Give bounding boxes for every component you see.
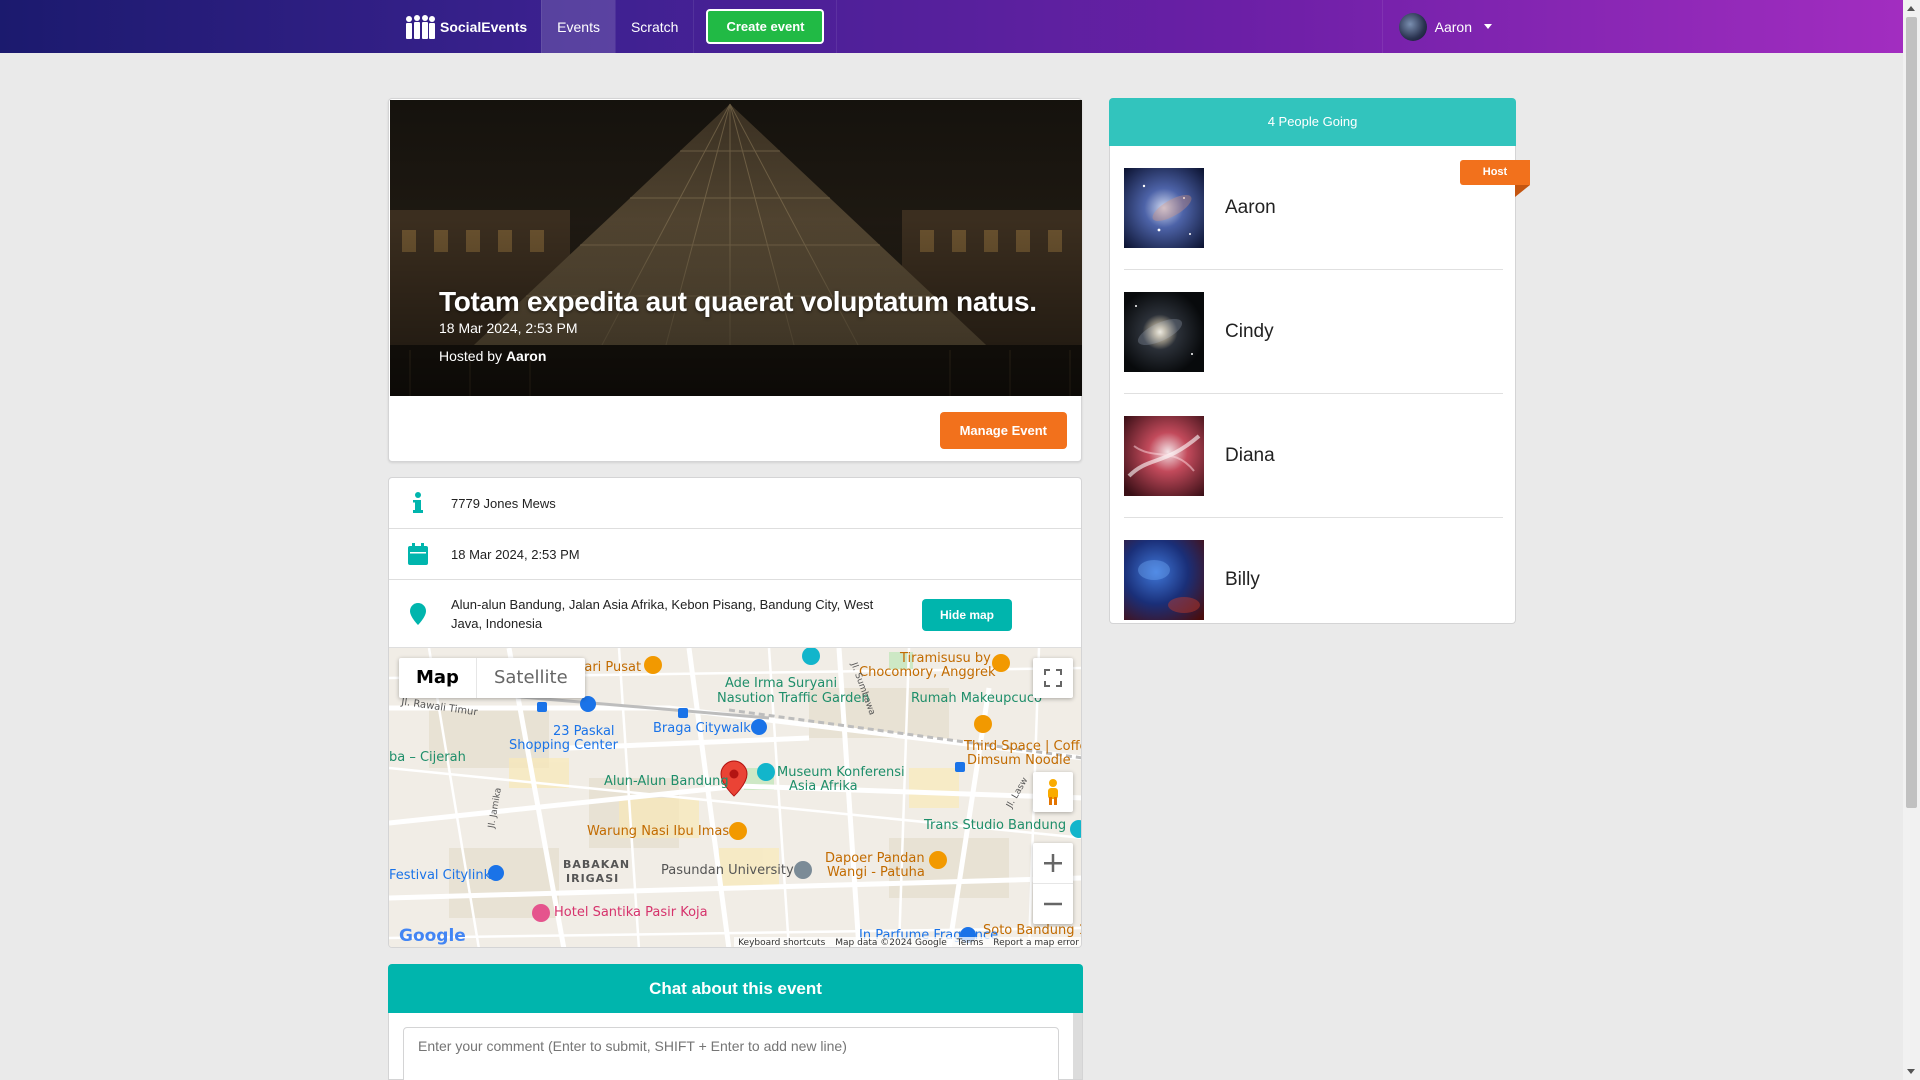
event-hero-image: Totam expedita aut quaerat voluptatum na… (390, 100, 1082, 396)
calendar-icon (405, 543, 431, 565)
fullscreen-icon[interactable] (1033, 658, 1073, 698)
map-label: Wangi - Patuha (827, 865, 925, 880)
map-label: Nasution Traffic Garden (717, 691, 870, 706)
google-map[interactable]: a Sari Pusat Ade Irma Suryani Nasution T… (389, 648, 1082, 948)
event-header-card: Totam expedita aut quaerat voluptatum na… (388, 98, 1082, 462)
attendee-avatar (1124, 540, 1204, 620)
keyboard-shortcuts-link[interactable]: Keyboard shortcuts (738, 938, 825, 947)
map-label: ba – Cijerah (389, 750, 466, 765)
attendees-header: 4 People Going (1109, 98, 1516, 146)
map-label: Hotel Santika Pasir Koja (554, 905, 708, 920)
terms-link[interactable]: Terms (957, 938, 984, 947)
map-label: IRIGASI (566, 872, 620, 885)
map-label: Rumah Makeupcuco (911, 691, 1042, 706)
attendee-avatar (1124, 167, 1204, 248)
attendees-list: Aaron Cindy Diana Billy (1109, 146, 1516, 624)
zoom-in-icon[interactable] (1033, 844, 1073, 884)
hosted-by: Hosted by Aaron (439, 348, 1037, 364)
event-hero-text: Totam expedita aut quaerat voluptatum na… (439, 286, 1037, 364)
create-event-wrapper: Create event (693, 0, 838, 53)
info-row-date: 18 Mar 2024, 2:53 PM (389, 529, 1081, 580)
google-logo: Google (399, 926, 466, 946)
info-icon (405, 492, 431, 514)
user-menu[interactable]: Aaron (1381, 0, 1512, 53)
page-scrollbar[interactable] (1903, 0, 1920, 1080)
host-name[interactable]: Aaron (506, 348, 546, 364)
host-badge: Host (1460, 160, 1530, 185)
brand-name: SocialEvents (440, 18, 528, 35)
hosted-prefix: Hosted by (439, 348, 503, 364)
zoom-control (1033, 843, 1073, 924)
event-title: Totam expedita aut quaerat voluptatum na… (439, 286, 1037, 317)
map-label: Third Space | Coffe (964, 739, 1082, 754)
map-label: 23 Paskal (553, 724, 615, 739)
event-date-detail: 18 Mar 2024, 2:53 PM (451, 546, 580, 562)
host-badge-fold (1515, 185, 1530, 197)
chat-comment-input[interactable] (403, 1027, 1059, 1080)
attendee-item[interactable]: Billy (1124, 518, 1503, 642)
top-navbar: SocialEvents Events Scratch Create event… (0, 0, 1903, 53)
attendee-item[interactable]: Diana (1124, 394, 1503, 518)
hide-map-button[interactable]: Hide map (922, 599, 1013, 631)
event-date: 18 Mar 2024, 2:53 PM (439, 320, 578, 336)
map-label: Alun-Alun Bandung (604, 774, 729, 789)
map-label: Shopping Center (509, 738, 618, 753)
map-marker-icon (405, 602, 431, 625)
map-label: Asia Afrika (789, 779, 858, 794)
map-label: Ade Irma Suryani (725, 676, 838, 691)
google-logo-text: Google (399, 926, 466, 946)
attendee-avatar (1124, 291, 1204, 372)
map-label: Trans Studio Bandung (924, 818, 1067, 833)
event-info-card: 7779 Jones Mews 18 Mar 2024, 2:53 PM Alu… (388, 477, 1082, 948)
attendee-item[interactable]: Aaron (1124, 146, 1503, 270)
chat-scrollbar[interactable] (1073, 1013, 1082, 1079)
map-type-map-button[interactable]: Map (399, 658, 476, 698)
zoom-out-icon[interactable] (1033, 884, 1073, 924)
event-venue: Alun-alun Bandung, Jalan Asia Afrika, Ke… (451, 596, 874, 631)
attendee-item[interactable]: Cindy (1124, 270, 1503, 394)
scroll-up-arrow-icon[interactable] (1907, 6, 1915, 11)
map-label: Chocomory, Anggrek (859, 665, 996, 680)
attendee-name: Diana (1225, 444, 1275, 466)
map-label: Dapoer Pandan (825, 851, 925, 866)
map-label: Dimsum Noodle (967, 753, 1071, 768)
map-footer: Keyboard shortcuts Map data ©2024 Google… (734, 937, 1081, 948)
info-row-description: 7779 Jones Mews (389, 478, 1081, 529)
user-avatar (1398, 12, 1427, 41)
manage-event-button[interactable]: Manage Event (939, 412, 1067, 449)
map-label: Warung Nasi Ibu Imas (587, 824, 730, 839)
nav-item-events[interactable]: Events (541, 0, 615, 53)
map-label: Tiramisusu by (900, 651, 991, 666)
map-label: Braga Citywalk (653, 721, 751, 736)
scrollbar-thumb[interactable] (1906, 17, 1917, 808)
create-event-button[interactable]: Create event (706, 9, 825, 44)
map-label: Pasundan University (661, 863, 794, 878)
caret-down-icon (1484, 24, 1492, 29)
map-type-satellite-button[interactable]: Satellite (475, 658, 585, 698)
group-logo-icon (406, 14, 435, 39)
map-label: Museum Konferensi (777, 765, 905, 780)
scroll-down-arrow-icon[interactable] (1907, 1069, 1915, 1074)
attendee-avatar (1124, 415, 1204, 496)
event-description: 7779 Jones Mews (451, 495, 556, 511)
chat-body (388, 1013, 1083, 1080)
report-map-error-link[interactable]: Report a map error (993, 938, 1079, 947)
attendee-name: Billy (1225, 569, 1260, 590)
attendee-name: Cindy (1225, 320, 1274, 342)
nav-item-scratch[interactable]: Scratch (614, 0, 693, 53)
street-view-pegman-icon[interactable] (1033, 772, 1073, 812)
brand-link[interactable]: SocialEvents (392, 0, 541, 53)
map-data-attribution: Map data ©2024 Google (835, 938, 947, 948)
user-name: Aaron (1434, 18, 1472, 35)
map-label: BABAKAN (563, 858, 631, 871)
attendee-name: Aaron (1225, 196, 1276, 218)
map-type-control: Map Satellite (399, 658, 585, 698)
chat-header: Chat about this event (388, 964, 1083, 1013)
map-label: Festival Citylink (389, 868, 492, 883)
